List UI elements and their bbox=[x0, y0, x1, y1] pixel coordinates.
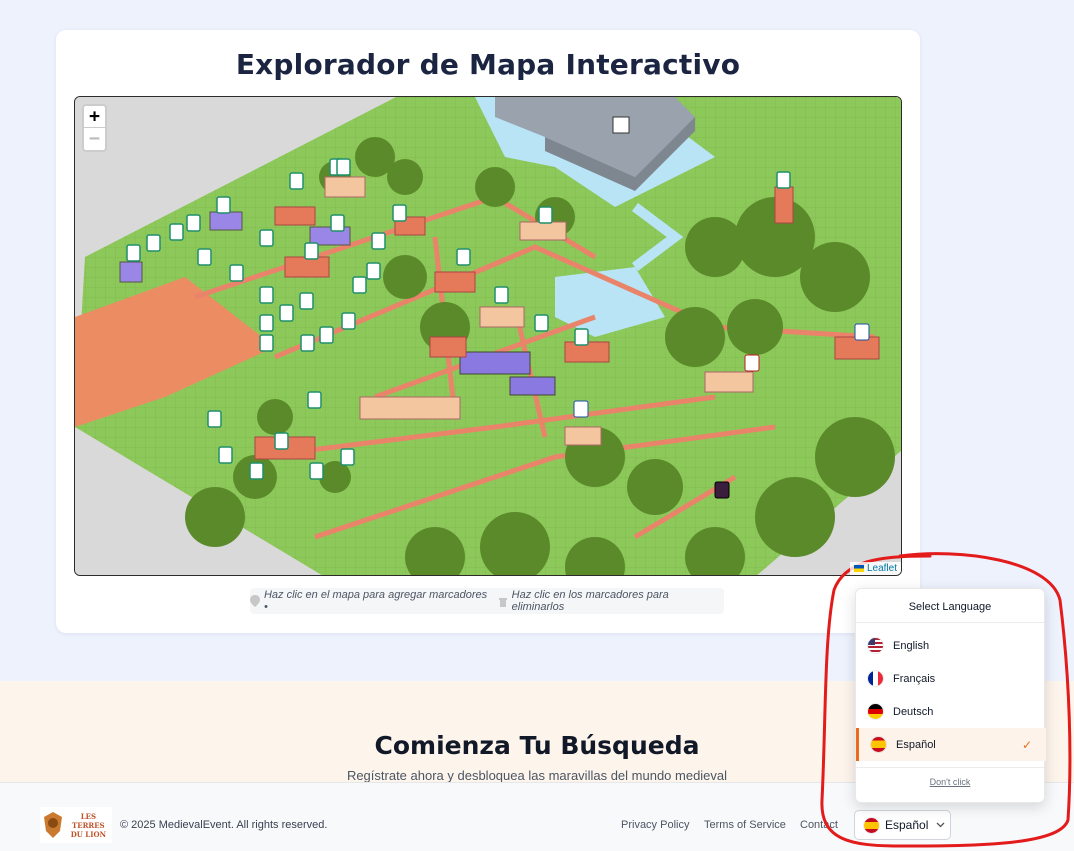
copyright-text: © 2025 MedievalEvent. All rights reserve… bbox=[120, 819, 328, 831]
es-flag-icon bbox=[871, 737, 886, 752]
map-hint: Haz clic en el mapa para agregar marcado… bbox=[250, 588, 724, 614]
page-title: Explorador de Mapa Interactivo bbox=[235, 48, 741, 81]
privacy-policy-link[interactable]: Privacy Policy bbox=[621, 819, 689, 831]
contact-link[interactable]: Contact bbox=[800, 819, 838, 831]
map-card: Explorador de Mapa Interactivo + − Leafl… bbox=[56, 30, 920, 633]
dont-click-link[interactable]: Don't click bbox=[856, 767, 1044, 787]
language-option-french[interactable]: Français bbox=[856, 662, 1046, 695]
pin-icon bbox=[250, 595, 260, 607]
hint-add-text: Haz clic en el mapa para agregar marcado… bbox=[263, 589, 488, 613]
check-icon: ✓ bbox=[1021, 737, 1032, 752]
map-viewport[interactable]: + − Leaflet bbox=[74, 96, 902, 576]
fr-flag-icon bbox=[868, 671, 883, 686]
language-option-spanish[interactable]: Español ✓ bbox=[856, 728, 1046, 761]
language-option-label: English bbox=[893, 639, 930, 652]
de-flag-icon bbox=[868, 704, 883, 719]
language-button-label: Español bbox=[885, 818, 929, 832]
logo-line-1: LES TERRES bbox=[72, 811, 105, 830]
language-option-english[interactable]: English bbox=[856, 629, 1046, 662]
map-canvas[interactable] bbox=[75, 97, 902, 576]
language-option-label: Español bbox=[896, 738, 936, 751]
zoom-out-button[interactable]: − bbox=[84, 128, 105, 150]
language-dropdown: Select Language English Français Deutsch… bbox=[855, 588, 1046, 803]
language-option-german[interactable]: Deutsch bbox=[856, 695, 1046, 728]
language-option-label: Français bbox=[893, 672, 936, 685]
language-option-label: Deutsch bbox=[893, 705, 934, 718]
language-selector-button[interactable]: Español bbox=[854, 810, 951, 840]
hint-remove-text: Haz clic en los marcadores para eliminar… bbox=[511, 589, 669, 613]
terms-of-service-link[interactable]: Terms of Service bbox=[704, 819, 786, 831]
chevron-down-icon bbox=[936, 822, 945, 828]
zoom-in-button[interactable]: + bbox=[84, 106, 105, 128]
trash-icon bbox=[498, 597, 507, 607]
zoom-control: + − bbox=[82, 104, 107, 152]
es-flag-icon bbox=[864, 817, 879, 833]
ukraine-flag-icon bbox=[853, 565, 864, 572]
site-logo[interactable]: LES TERRES DU LION bbox=[40, 807, 112, 843]
lion-crest-icon bbox=[44, 812, 62, 838]
us-flag-icon bbox=[868, 638, 883, 653]
map-attribution: Leaflet bbox=[849, 562, 901, 575]
logo-line-2: DU LION bbox=[70, 829, 106, 839]
language-dropdown-title: Select Language bbox=[856, 589, 1044, 623]
leaflet-link[interactable]: Leaflet bbox=[867, 563, 897, 574]
